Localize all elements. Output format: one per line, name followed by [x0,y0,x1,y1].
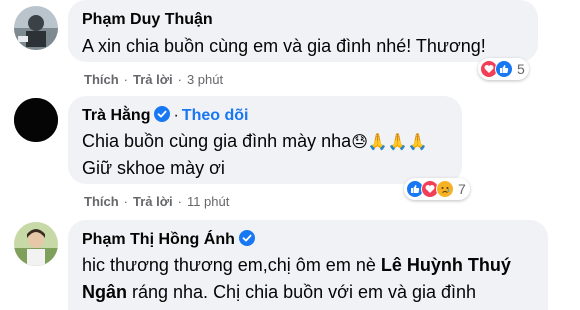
comment-actions: Thích · Trả lời · 11 phút [84,194,230,209]
avatar[interactable] [14,98,58,142]
like-action[interactable]: Thích [84,72,119,87]
commenter-name-row: Phạm Thị Hồng Ánh [82,230,255,249]
comment-actions: Thích · Trả lời · 3 phút [84,72,224,87]
reaction-summary[interactable]: 7 [404,178,470,200]
comment-text: A xin chia buồn cùng em và gia đình nhé!… [82,36,486,56]
reaction-summary[interactable]: 5 [478,58,529,80]
comment-text: Chia buồn cùng gia đình mày nha [82,131,352,151]
commenter-name[interactable]: Phạm Thị Hồng Ánh [82,231,235,248]
avatar[interactable] [14,222,58,266]
sad-icon [436,180,454,198]
reply-action[interactable]: Trả lời [133,72,173,87]
reply-action[interactable]: Trả lời [133,194,173,209]
comment-text-line-2: Giữ skhoe mày ơi [82,158,225,178]
avatar-photo-icon [14,222,58,266]
emoji-sequence: 😓🙏🙏🙏 [351,132,428,151]
reaction-count: 7 [458,181,466,197]
comment-text: hic thương thương em,chị ôm em nè [82,255,381,275]
verified-badge-icon [154,106,171,122]
avatar-photo-icon [14,6,58,50]
commenter-name[interactable]: Trà Hằng [82,107,150,124]
avatar-photo-icon [14,98,58,142]
comment-text-line-1: Chia buồn cùng gia đình mày nha😓🙏🙏🙏 [82,128,428,155]
like-icon [495,60,513,78]
comment-text: ráng nha. Chị chia buồn với em và gia đì… [127,282,477,302]
avatar[interactable] [14,6,58,50]
comment-text-line-2: Ngân ráng nha. Chị chia buồn với em và g… [82,279,476,306]
reaction-count: 5 [517,61,525,77]
mention-link[interactable]: Ngân [82,282,127,302]
mention-link[interactable]: Lê Huỳnh Thuý [381,255,511,275]
comment-text-line-1: hic thương thương em,chị ôm em nè Lê Huỳ… [82,252,511,279]
verified-badge-icon [238,230,255,246]
commenter-name[interactable]: Phạm Duy Thuận [82,11,213,29]
timestamp[interactable]: 3 phút [187,72,223,87]
timestamp[interactable]: 11 phút [187,194,229,209]
follow-link[interactable]: Theo dõi [182,107,249,124]
like-action[interactable]: Thích [84,194,119,209]
commenter-name-row: Trà Hằng · Theo dõi [82,106,249,124]
